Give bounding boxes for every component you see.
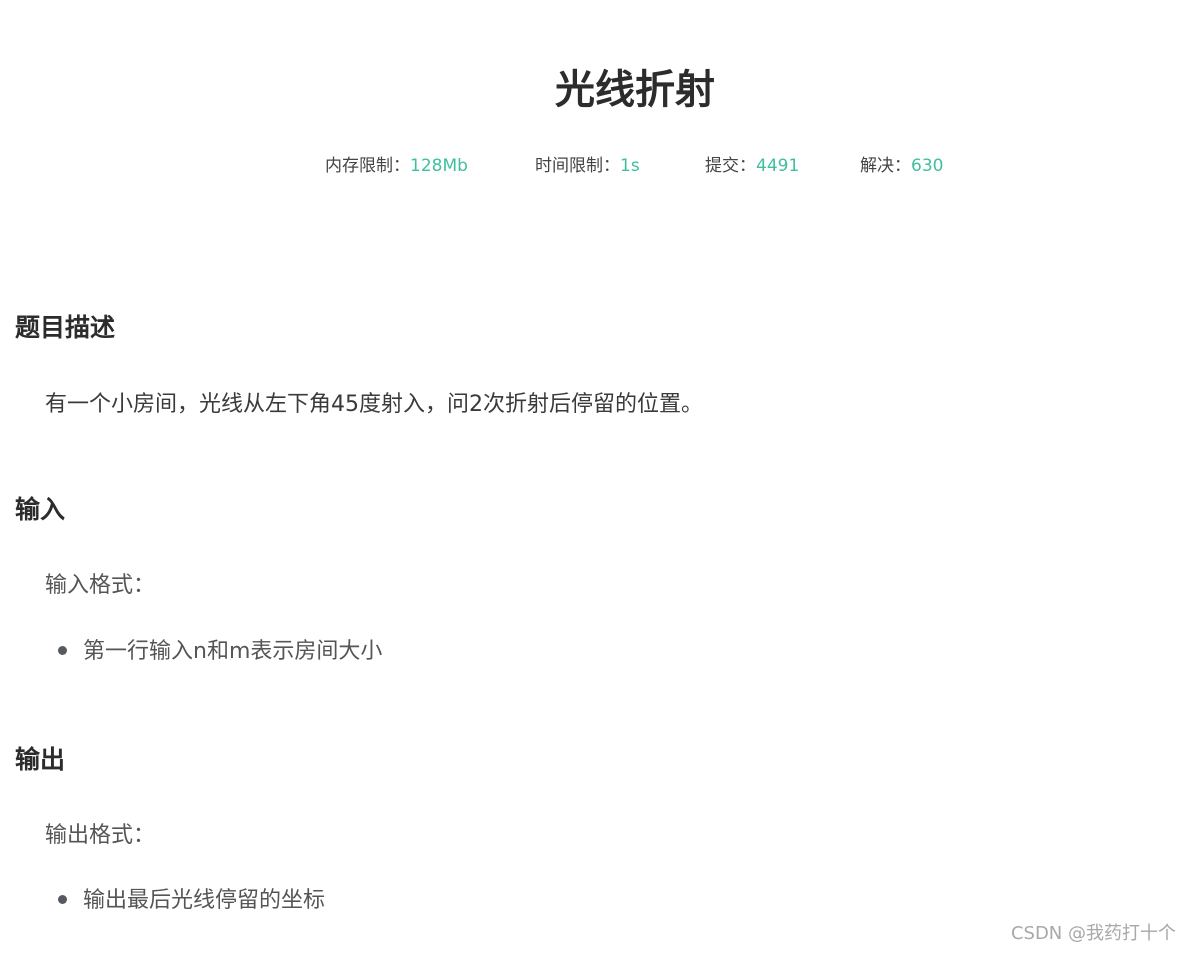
bullet-icon	[58, 645, 67, 655]
description-text: 有一个小房间，光线从左下角45度射入，问2次折射后停留的位置。	[45, 392, 703, 417]
stat-label: 提交：	[705, 156, 756, 176]
stat-label: 内存限制：	[325, 156, 410, 176]
list-item-text: 第一行输入n和m表示房间大小	[83, 639, 383, 664]
stat-value: 4491	[756, 156, 800, 176]
stat-time-limit: 时间限制：1s	[535, 154, 640, 178]
stat-label: 时间限制：	[535, 156, 620, 176]
output-format-label: 输出格式：	[45, 823, 156, 848]
list-item: 输出最后光线停留的坐标	[58, 885, 325, 917]
stat-value: 1s	[620, 156, 640, 176]
description-heading: 题目描述	[15, 313, 116, 342]
list-item-text: 输出最后光线停留的坐标	[83, 888, 326, 913]
input-format-label: 输入格式：	[45, 573, 156, 598]
output-heading: 输出	[15, 745, 66, 774]
bullet-icon	[58, 894, 67, 904]
stat-memory-limit: 内存限制：128Mb	[325, 154, 468, 178]
input-heading: 输入	[15, 495, 66, 524]
list-item: 第一行输入n和m表示房间大小	[58, 636, 382, 668]
problem-page: 光线折射 内存限制：128Mb 时间限制：1s 提交：4491 解决：630 题…	[0, 0, 1192, 953]
stat-solved: 解决：630	[860, 154, 943, 178]
stat-value: 128Mb	[410, 156, 468, 176]
page-title: 光线折射	[555, 67, 715, 113]
watermark: CSDN @我药打十个	[1010, 923, 1176, 944]
stat-submissions: 提交：4491	[705, 154, 799, 178]
stat-label: 解决：	[860, 156, 911, 176]
stat-value: 630	[911, 156, 944, 176]
